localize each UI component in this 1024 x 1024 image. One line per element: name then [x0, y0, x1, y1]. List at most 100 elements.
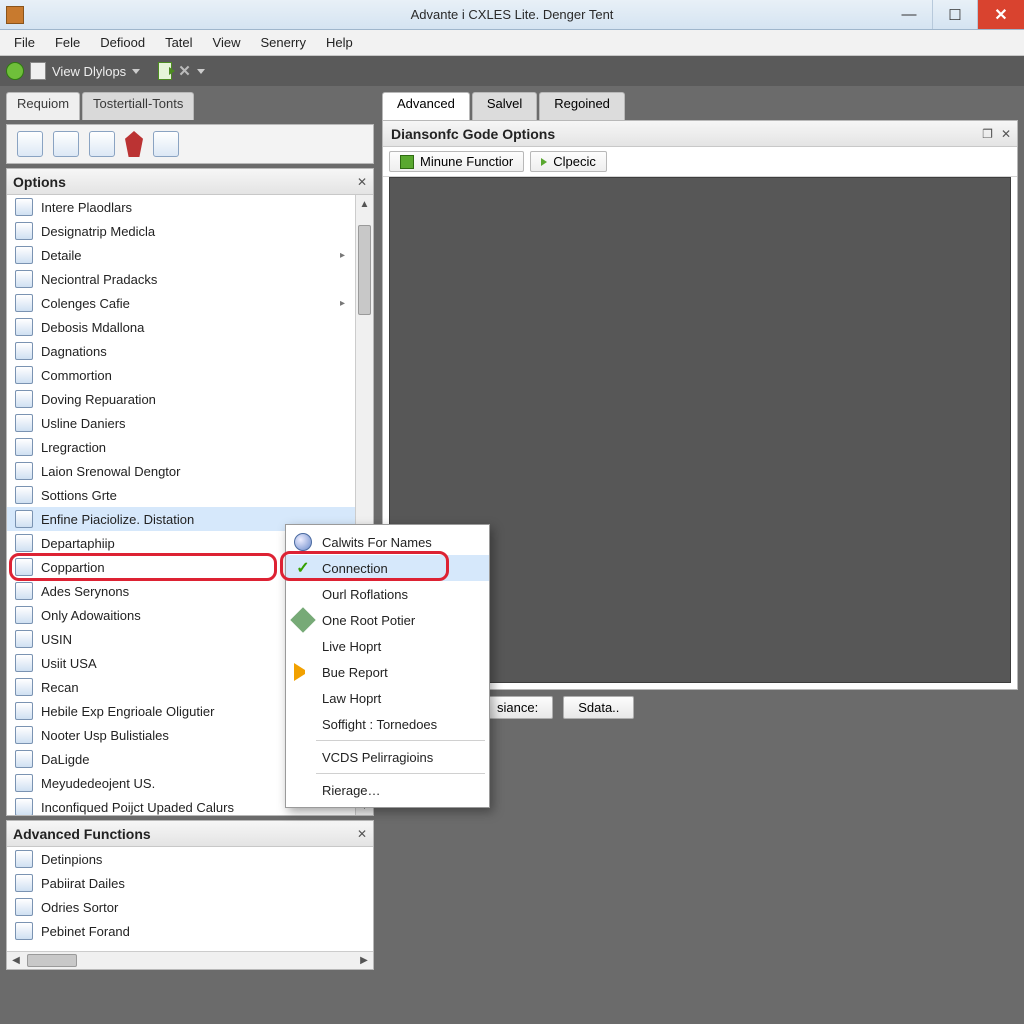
options-item[interactable]: Sottions Grte	[7, 483, 373, 507]
scroll-thumb[interactable]	[358, 225, 371, 315]
menu-senerry[interactable]: Senerry	[250, 33, 316, 52]
options-item[interactable]: Commortion	[7, 363, 373, 387]
options-item[interactable]: Debosis Mdallona	[7, 315, 373, 339]
dropdown-arrow-icon[interactable]	[132, 69, 140, 74]
item-icon	[15, 462, 33, 480]
chevron-right-icon: ▸	[340, 298, 345, 309]
item-label: Dagnations	[41, 344, 107, 359]
context-menu-label: Calwits For Names	[322, 535, 432, 550]
item-label: Only Adowaitions	[41, 608, 141, 623]
dropdown-arrow-icon-2[interactable]	[197, 69, 205, 74]
minune-functior-button[interactable]: Minune Functior	[389, 151, 524, 172]
item-icon	[15, 774, 33, 792]
right-box-close-icon[interactable]: ✕	[1001, 127, 1011, 141]
right-toolbar: Minune Functior Clpecic	[383, 147, 1017, 177]
options-close-icon[interactable]: ✕	[357, 175, 367, 189]
tab-advanced[interactable]: Advanced	[382, 92, 470, 120]
options-item[interactable]: Colenges Cafie ▸	[7, 291, 373, 315]
advanced-hscroll[interactable]: ◀ ▶	[7, 951, 373, 969]
menu-view[interactable]: View	[203, 33, 251, 52]
view-dlylops-label[interactable]: View Dlylops	[52, 64, 126, 79]
advanced-item[interactable]: Pebinet Forand	[7, 919, 373, 943]
context-menu-label: Live Hoprt	[322, 639, 381, 654]
advanced-item[interactable]: Odries Sortor	[7, 895, 373, 919]
menu-help[interactable]: Help	[316, 33, 363, 52]
context-menu-item[interactable]: Bue Report	[286, 659, 489, 685]
context-menu-item[interactable]: Law Hoprt	[286, 685, 489, 711]
hscroll-right-icon[interactable]: ▶	[355, 952, 373, 969]
context-menu-item[interactable]: Soffight : Tornedoes	[286, 711, 489, 737]
options-item[interactable]: Neciontral Pradacks	[7, 267, 373, 291]
menu-fele[interactable]: Fele	[45, 33, 90, 52]
menu-separator	[316, 773, 485, 774]
options-item[interactable]: Lregraction	[7, 435, 373, 459]
item-label: Doving Repuaration	[41, 392, 156, 407]
delete-icon[interactable]: ✕	[178, 62, 191, 80]
tab-salvel[interactable]: Salvel	[472, 92, 537, 120]
options-item[interactable]: Laion Srenowal Dengtor	[7, 459, 373, 483]
options-item[interactable]: Dagnations	[7, 339, 373, 363]
tool-icon-3[interactable]	[89, 131, 115, 157]
options-item[interactable]: Usline Daniers	[7, 411, 373, 435]
item-label: Odries Sortor	[41, 900, 118, 915]
item-label: Colenges Cafie	[41, 296, 130, 311]
export-icon[interactable]	[158, 62, 172, 80]
item-icon	[15, 922, 33, 940]
options-item[interactable]: Designatrip Medicla	[7, 219, 373, 243]
context-menu-item[interactable]: Live Hoprt	[286, 633, 489, 659]
minimize-button[interactable]: —	[886, 0, 932, 29]
item-icon	[15, 750, 33, 768]
context-menu-item[interactable]: Calwits For Names	[286, 529, 489, 555]
context-menu-item[interactable]: Rierage…	[286, 777, 489, 803]
item-label: USIN	[41, 632, 72, 647]
tab-requiom[interactable]: Requiom	[6, 92, 80, 120]
sdata-button[interactable]: Sdata..	[563, 696, 634, 719]
tab-regoined[interactable]: Regoined	[539, 92, 625, 120]
context-menu-item[interactable]: Ourl Roflations	[286, 581, 489, 607]
right-box-restore-icon[interactable]: ❐	[982, 127, 993, 141]
item-label: Usline Daniers	[41, 416, 126, 431]
menu-tatel[interactable]: Tatel	[155, 33, 202, 52]
maximize-button[interactable]: ☐	[932, 0, 978, 29]
advanced-functions-close-icon[interactable]: ✕	[357, 827, 367, 841]
tool-icon-1[interactable]	[17, 131, 43, 157]
tool-icon-5[interactable]	[153, 131, 179, 157]
status-icon[interactable]	[6, 62, 24, 80]
item-icon	[15, 726, 33, 744]
item-icon	[15, 798, 33, 815]
item-label: Recan	[41, 680, 79, 695]
item-label: Nooter Usp Bulistiales	[41, 728, 169, 743]
tool-icon-4[interactable]	[125, 131, 143, 157]
advanced-item[interactable]: Detinpions	[7, 847, 373, 871]
options-item[interactable]: Detaile▸	[7, 243, 373, 267]
hscroll-left-icon[interactable]: ◀	[7, 952, 25, 969]
options-item[interactable]: Doving Repuaration	[7, 387, 373, 411]
left-toolstrip	[6, 124, 374, 164]
item-icon	[15, 366, 33, 384]
item-label: Laion Srenowal Dengtor	[41, 464, 180, 479]
menu-defiood[interactable]: Defiood	[90, 33, 155, 52]
siance-button[interactable]: siance:	[482, 696, 553, 719]
context-menu-item[interactable]: VCDS Pelirragioins	[286, 744, 489, 770]
tab-tostertial[interactable]: Tostertiall-Tonts	[82, 92, 194, 120]
hscroll-thumb[interactable]	[27, 954, 77, 967]
context-menu-label: VCDS Pelirragioins	[322, 750, 433, 765]
options-item[interactable]: Intere Plaodlars	[7, 195, 373, 219]
scroll-up-icon[interactable]: ▲	[356, 195, 373, 213]
context-menu-item[interactable]: One Root Potier	[286, 607, 489, 633]
close-button[interactable]: ✕	[978, 0, 1024, 29]
item-icon	[15, 702, 33, 720]
context-menu-label: Ourl Roflations	[322, 587, 408, 602]
item-label: Commortion	[41, 368, 112, 383]
advanced-functions-panel: Advanced Functions ✕ DetinpionsPabiirat …	[6, 820, 374, 970]
item-icon	[15, 222, 33, 240]
context-menu-item[interactable]: ✓Connection	[286, 555, 489, 581]
item-icon	[15, 486, 33, 504]
tool-icon-2[interactable]	[53, 131, 79, 157]
clpecic-button[interactable]: Clpecic	[530, 151, 607, 172]
item-label: Neciontral Pradacks	[41, 272, 157, 287]
right-box-header: Diansonfc Gode Options ❐ ✕	[383, 121, 1017, 147]
document-icon[interactable]	[30, 62, 46, 80]
menu-file[interactable]: File	[4, 33, 45, 52]
advanced-item[interactable]: Pabiirat Dailes	[7, 871, 373, 895]
